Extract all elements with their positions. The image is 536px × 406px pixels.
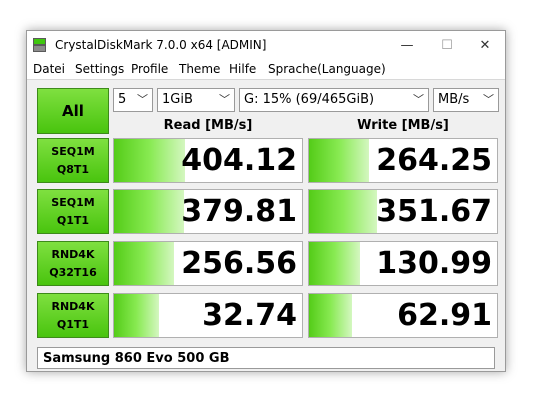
read-result-bar bbox=[114, 139, 186, 182]
menu-theme[interactable]: Theme bbox=[179, 62, 220, 76]
write-value: 351.67 bbox=[376, 194, 492, 229]
menu-bar: Datei Settings Profile Theme Hilfe Sprac… bbox=[27, 59, 505, 80]
write-result: 351.67 bbox=[308, 189, 498, 234]
title-bar: CrystalDiskMark 7.0.0 x64 [ADMIN] — ☐ ✕ bbox=[27, 31, 505, 59]
read-result: 32.74 bbox=[113, 293, 303, 338]
write-result-bar bbox=[309, 190, 377, 233]
write-value: 130.99 bbox=[376, 246, 492, 281]
maximize-button[interactable]: ☐ bbox=[427, 31, 467, 59]
menu-profile[interactable]: Profile bbox=[131, 62, 168, 76]
write-result-bar bbox=[309, 242, 360, 285]
comment-field[interactable]: Samsung 860 Evo 500 GB bbox=[37, 347, 495, 369]
drive-select[interactable]: G: 15% (69/465GiB) ﹀ bbox=[239, 88, 429, 112]
write-result: 62.91 bbox=[308, 293, 498, 338]
window-title: CrystalDiskMark 7.0.0 x64 [ADMIN] bbox=[55, 38, 267, 52]
chevron-down-icon: ﹀ bbox=[219, 93, 230, 106]
read-result-bar bbox=[114, 242, 175, 285]
test-name: SEQ1M bbox=[51, 144, 95, 158]
test-button-rnd4k-q1t1[interactable]: RND4K Q1T1 bbox=[37, 293, 109, 338]
menu-hilfe[interactable]: Hilfe bbox=[229, 62, 256, 76]
menu-settings[interactable]: Settings bbox=[75, 62, 124, 76]
read-result-bar bbox=[114, 294, 160, 337]
test-params: Q8T1 bbox=[56, 162, 90, 176]
drive-value: G: 15% (69/465GiB) bbox=[244, 92, 375, 107]
unit-select[interactable]: MB/s ﹀ bbox=[433, 88, 499, 112]
unit-value: MB/s bbox=[438, 92, 470, 107]
read-column-header: Read [MB/s] bbox=[163, 118, 253, 133]
read-value: 256.56 bbox=[181, 246, 297, 281]
chevron-down-icon: ﹀ bbox=[137, 93, 148, 106]
write-value: 264.25 bbox=[376, 143, 492, 178]
read-result-bar bbox=[114, 190, 184, 233]
app-disk-icon bbox=[33, 38, 46, 52]
close-button[interactable]: ✕ bbox=[465, 31, 505, 59]
write-column-header: Write [MB/s] bbox=[357, 118, 449, 133]
minimize-button[interactable]: — bbox=[387, 31, 427, 59]
read-value: 404.12 bbox=[181, 143, 297, 178]
test-button-seq1m-q8t1[interactable]: SEQ1M Q8T1 bbox=[37, 138, 109, 183]
test-button-seq1m-q1t1[interactable]: SEQ1M Q1T1 bbox=[37, 189, 109, 234]
test-size-value: 1GiB bbox=[162, 92, 193, 107]
test-params: Q1T1 bbox=[56, 317, 90, 331]
write-result-bar bbox=[309, 139, 370, 182]
write-value: 62.91 bbox=[397, 298, 492, 333]
write-result-bar bbox=[309, 294, 353, 337]
test-name: RND4K bbox=[51, 299, 95, 313]
read-value: 32.74 bbox=[202, 298, 297, 333]
menu-datei[interactable]: Datei bbox=[33, 62, 65, 76]
test-count-value: 5 bbox=[118, 92, 127, 107]
test-size-select[interactable]: 1GiB ﹀ bbox=[157, 88, 235, 112]
test-params: Q1T1 bbox=[56, 213, 90, 227]
test-button-rnd4k-q32t16[interactable]: RND4K Q32T16 bbox=[37, 241, 109, 286]
read-value: 379.81 bbox=[181, 194, 297, 229]
read-result: 256.56 bbox=[113, 241, 303, 286]
app-window: CrystalDiskMark 7.0.0 x64 [ADMIN] — ☐ ✕ … bbox=[26, 30, 506, 372]
chevron-down-icon: ﹀ bbox=[483, 93, 494, 106]
write-result: 130.99 bbox=[308, 241, 498, 286]
chevron-down-icon: ﹀ bbox=[413, 93, 424, 106]
read-result: 379.81 bbox=[113, 189, 303, 234]
run-all-button[interactable]: All bbox=[37, 88, 109, 134]
test-name: RND4K bbox=[51, 247, 95, 261]
menu-language[interactable]: Sprache(Language) bbox=[268, 62, 386, 76]
write-result: 264.25 bbox=[308, 138, 498, 183]
read-result: 404.12 bbox=[113, 138, 303, 183]
test-name: SEQ1M bbox=[51, 195, 95, 209]
test-count-select[interactable]: 5 ﹀ bbox=[113, 88, 153, 112]
test-params: Q32T16 bbox=[49, 265, 97, 279]
